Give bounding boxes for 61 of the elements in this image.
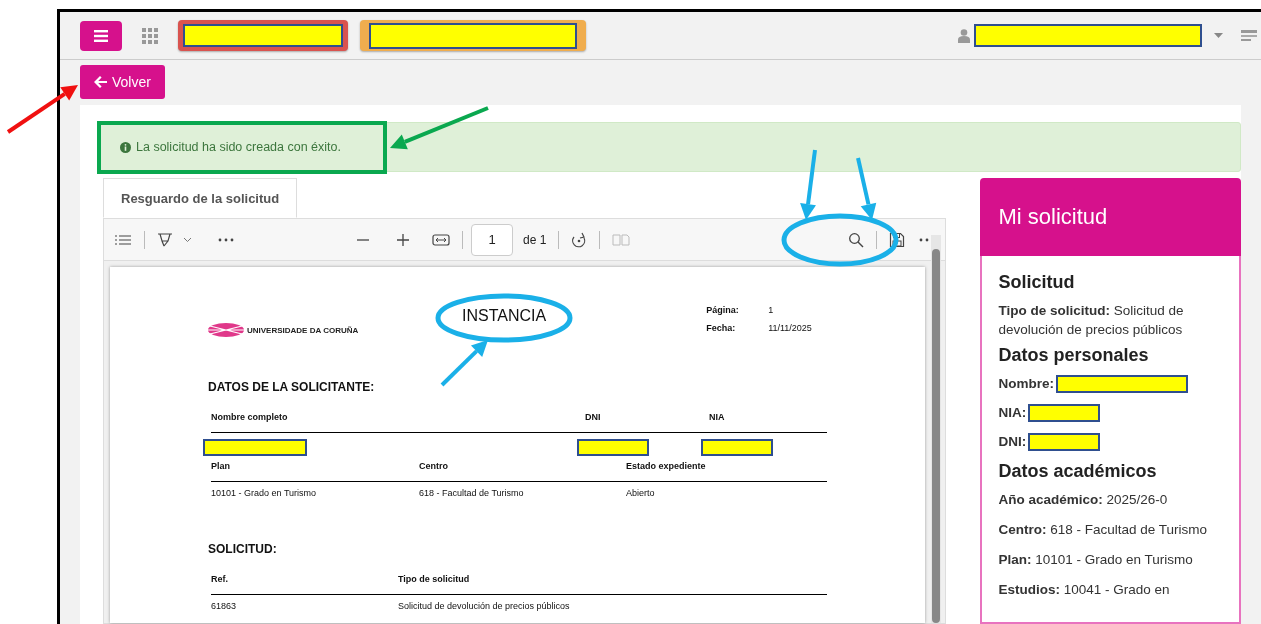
table-cell-text: 61863 (211, 601, 238, 613)
column-header: Tipo de solicitud (398, 574, 471, 584)
field-label: DNI: (998, 433, 1027, 451)
arrow-left-icon (94, 76, 107, 88)
save-icon[interactable] (889, 231, 906, 248)
search-icon[interactable] (848, 231, 865, 248)
scrollbar[interactable] (931, 235, 942, 623)
section-heading: SOLICITUD: (208, 542, 278, 556)
meta-label: Página: (706, 305, 740, 315)
table-cell-text: Solicitud de devolución de precios públicos (398, 601, 571, 613)
section-heading: Solicitud (998, 272, 1076, 293)
page-number-field[interactable]: 1 (471, 223, 513, 256)
section-heading: Datos académicos (998, 461, 1158, 482)
column-header: Centro (419, 461, 449, 471)
redaction-box (577, 439, 649, 456)
caret-icon[interactable] (1214, 33, 1223, 38)
field-text: Año académico: 2025/26-0 (998, 491, 1169, 509)
highlighter-icon[interactable] (157, 231, 173, 248)
meta-value: 1 (768, 305, 775, 315)
redaction-box (701, 439, 773, 456)
annotation-arrow (856, 157, 877, 220)
section-heading: Datos personales (998, 345, 1150, 366)
panel-title: Mi solicitud (980, 178, 1241, 256)
table-cell-text: 618 - Facultad de Turismo (419, 488, 525, 500)
page-total: de 1 (523, 232, 547, 247)
menu-icon[interactable] (1241, 28, 1257, 43)
rotate-icon[interactable] (571, 231, 588, 248)
menu-icon (94, 29, 108, 42)
column-header: NIA (709, 412, 726, 422)
field-text: Plan: 10101 - Grado en Turismo (998, 551, 1194, 569)
document-tab[interactable]: Resguardo de la solicitud (103, 178, 298, 218)
meta-label: Fecha: (706, 323, 737, 333)
table-cell-text: 10101 - Grado en Turismo (211, 488, 318, 500)
university-name: UNIVERSIDADE DA CORUÑA (247, 325, 359, 335)
field-label: Nombre: (998, 375, 1054, 393)
annotation-arrow (440, 340, 488, 387)
field-text: Estudios: 10041 - Grado en (998, 581, 1171, 599)
column-header: Ref. (211, 574, 229, 584)
field-text: Centro: 618 - Facultad de Turismo (998, 521, 1209, 539)
table-cell-text: Abierto (626, 488, 656, 500)
column-header: Estado expediente (626, 461, 707, 471)
alert-message: La solicitud ha sido creada con éxito. (136, 140, 341, 154)
field-label: NIA: (998, 404, 1027, 422)
annotation-arrow (800, 149, 817, 220)
document-title: INSTANCIA (462, 307, 547, 325)
menu-button[interactable] (80, 20, 122, 51)
info-icon (120, 141, 131, 153)
back-button[interactable]: Volver (80, 65, 165, 99)
meta-value: 11/11/2025 (768, 323, 812, 333)
context-tag[interactable] (360, 20, 586, 51)
annotation-arrow (6, 85, 78, 134)
zoom-in-icon[interactable] (396, 231, 410, 248)
section-heading: DATOS DE LA SOLICITANTE: (208, 380, 376, 394)
user-icon (958, 28, 970, 43)
fit-width-icon[interactable] (432, 231, 450, 248)
column-header: Nombre completo (211, 412, 289, 422)
column-header: Plan (211, 461, 231, 471)
field-text: Tipo de solicitud: Solicitud de devolución de precios públicos (998, 302, 1185, 339)
apps-grid-icon[interactable] (142, 27, 158, 44)
column-header: DNI (585, 412, 602, 422)
university-logo-icon (208, 323, 244, 337)
